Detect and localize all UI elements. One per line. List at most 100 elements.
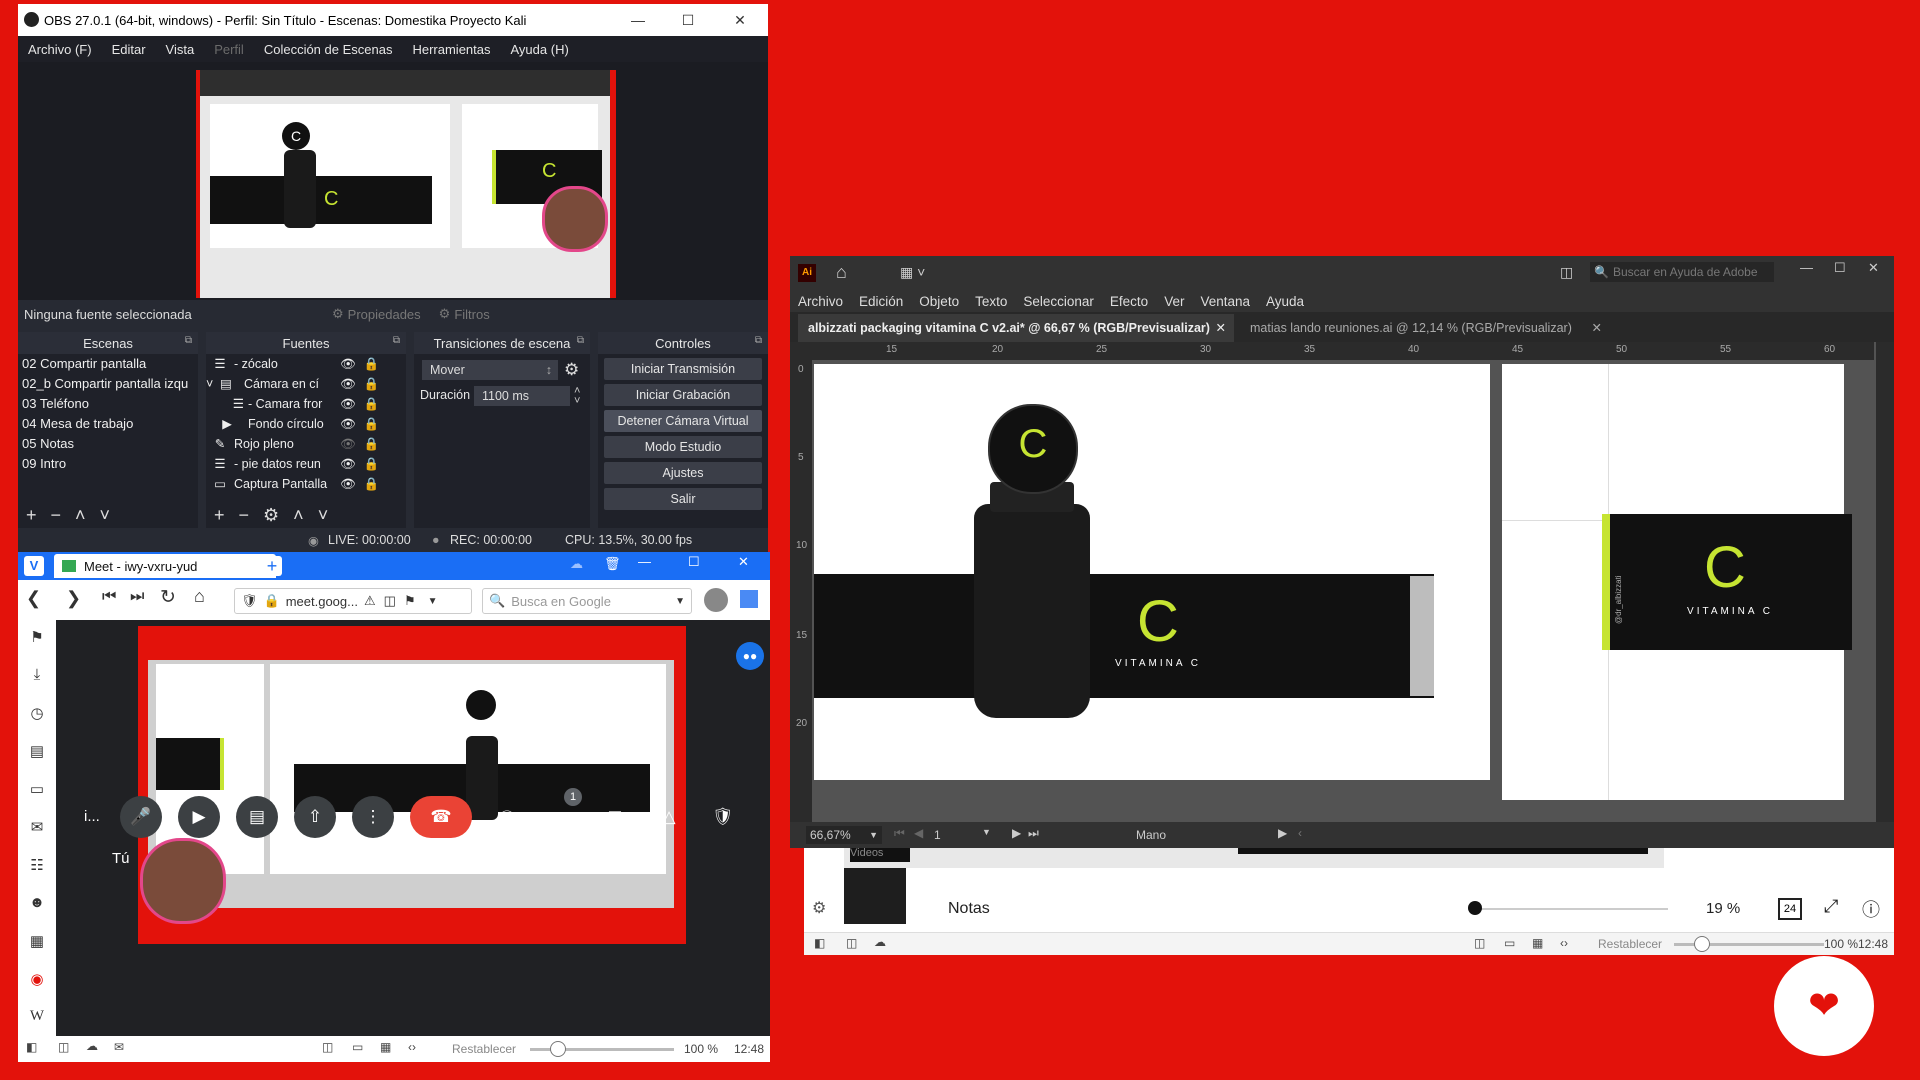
stepper-icon[interactable]: ˄ ˅ bbox=[574, 386, 580, 407]
scene-item[interactable]: 09 Intro bbox=[18, 454, 198, 474]
menu-ver[interactable]: Ver bbox=[1156, 294, 1192, 309]
eye-icon[interactable]: 👁 bbox=[340, 354, 356, 374]
calendar-icon[interactable]: ▦ bbox=[27, 932, 47, 952]
url-field[interactable]: 🛡 🔒 meet.goog... ⚠ ◫ ⚑ ▼ bbox=[234, 588, 472, 614]
lock-icon[interactable]: 🔒 bbox=[364, 434, 380, 454]
source-item[interactable]: ☰ - zócalo 👁 🔒 bbox=[206, 354, 406, 374]
source-item[interactable]: ▭ Captura Pantalla 👁 🔒 bbox=[206, 474, 406, 494]
remove-icon[interactable]: − bbox=[51, 505, 62, 526]
home-icon[interactable]: ⌂ bbox=[194, 586, 205, 607]
reset-label[interactable]: Restablecer bbox=[1598, 937, 1662, 951]
menu-ayuda[interactable]: Ayuda (H) bbox=[501, 42, 579, 57]
fullscreen-icon[interactable]: ⤢ bbox=[1824, 896, 1838, 917]
code-icon[interactable]: ‹› bbox=[408, 1040, 416, 1054]
zoom-slider-thumb[interactable] bbox=[1694, 936, 1710, 952]
rewind-icon[interactable]: ⏮ bbox=[102, 588, 116, 606]
filters-button[interactable]: Filtros bbox=[454, 307, 489, 322]
close-icon[interactable]: ✕ bbox=[738, 554, 749, 570]
studio-mode-button[interactable]: Modo Estudio bbox=[604, 436, 762, 458]
window-icon[interactable]: ▭ bbox=[352, 1040, 363, 1054]
history-icon[interactable]: ◷ bbox=[27, 704, 47, 724]
start-recording-button[interactable]: Iniciar Grabación bbox=[604, 384, 762, 406]
scene-item[interactable]: 04 Mesa de trabajo bbox=[18, 414, 198, 434]
vivaldi-badge[interactable]: ❤ bbox=[1774, 956, 1874, 1056]
properties-button[interactable]: Propiedades bbox=[348, 307, 421, 322]
eye-icon[interactable]: 👁 bbox=[340, 374, 356, 394]
filters-icon[interactable]: ⚙ bbox=[439, 306, 451, 322]
new-tab-icon[interactable]: + bbox=[262, 556, 282, 576]
first-artboard-icon[interactable]: ⏮ bbox=[894, 826, 905, 841]
zoom-slider-thumb[interactable] bbox=[550, 1041, 566, 1057]
stop-virtual-camera-button[interactable]: Detener Cámara Virtual bbox=[604, 410, 762, 432]
exit-button[interactable]: Salir bbox=[604, 488, 762, 510]
float-icon[interactable]: ⧉ bbox=[755, 335, 762, 346]
close-icon[interactable]: ✕ bbox=[720, 4, 760, 36]
extension-icon[interactable] bbox=[740, 590, 758, 608]
eye-icon[interactable]: 👁 bbox=[340, 414, 356, 434]
menu-vista[interactable]: Vista bbox=[156, 42, 205, 57]
vivaldi-logo-icon[interactable]: V bbox=[24, 556, 44, 576]
source-item[interactable]: ✎ Rojo pleno 👁 🔒 bbox=[206, 434, 406, 454]
help-icon[interactable]: ⓘ bbox=[1862, 896, 1880, 922]
transition-select[interactable]: Mover ↕ bbox=[422, 360, 558, 380]
gear-icon[interactable]: ⚙ bbox=[564, 360, 579, 380]
chevron-down-icon[interactable]: ˅ bbox=[206, 374, 220, 394]
menu-archivo[interactable]: Archivo bbox=[790, 294, 851, 309]
minimize-icon[interactable]: — bbox=[618, 4, 658, 36]
mail-icon[interactable]: ✉ bbox=[114, 1040, 124, 1054]
host-controls-button[interactable]: 🛡 bbox=[702, 796, 744, 838]
source-item[interactable]: ☰ - Camara fror 👁 🔒 bbox=[206, 394, 406, 414]
present-button[interactable]: ⇧ bbox=[294, 796, 336, 838]
maximize-icon[interactable]: ☐ bbox=[668, 4, 708, 36]
notes-zoom-thumb[interactable] bbox=[1468, 901, 1482, 915]
remove-icon[interactable]: − bbox=[239, 505, 250, 526]
menu-texto[interactable]: Texto bbox=[967, 294, 1015, 309]
reset-label[interactable]: Restablecer bbox=[452, 1042, 516, 1056]
tab-meet[interactable]: Meet - iwy-vxru-yud bbox=[54, 554, 276, 578]
add-icon[interactable]: + bbox=[26, 505, 37, 526]
vertical-scrollbar[interactable] bbox=[1876, 342, 1894, 822]
float-icon[interactable]: ⧉ bbox=[577, 335, 584, 346]
panel-toggle-icon[interactable]: ◧ bbox=[26, 1040, 37, 1054]
minimize-icon[interactable]: — bbox=[638, 554, 651, 569]
last-artboard-icon[interactable]: ⏭ bbox=[1028, 826, 1039, 841]
bookmark-icon[interactable]: ⚑ bbox=[404, 593, 416, 609]
eye-icon[interactable]: 👁 bbox=[340, 474, 356, 494]
menu-editar[interactable]: Editar bbox=[102, 42, 156, 57]
feed-icon[interactable]: ☷ bbox=[27, 856, 47, 876]
captions-button[interactable]: ▤ bbox=[236, 796, 278, 838]
mail-icon[interactable]: ✉ bbox=[27, 818, 47, 838]
canvas[interactable]: C VITAMINA C C C VITAMINA C @dr_albizzat… bbox=[812, 360, 1864, 820]
hangup-button[interactable]: ☎ bbox=[410, 796, 472, 838]
image-icon[interactable]: ▦ bbox=[380, 1040, 391, 1054]
people-button[interactable]: ☻ 1 bbox=[540, 788, 582, 838]
mic-button[interactable]: 🎤 bbox=[120, 796, 162, 838]
contacts-icon[interactable]: ☻ bbox=[27, 894, 47, 914]
lock-icon[interactable]: 🔒 bbox=[364, 354, 380, 374]
bookmarks-icon[interactable]: ⚑ bbox=[27, 628, 47, 648]
play-icon[interactable]: ▶ bbox=[1278, 826, 1287, 840]
cloud-icon[interactable]: ☁ bbox=[874, 935, 886, 949]
window-icon[interactable]: ▭ bbox=[1504, 936, 1515, 950]
search-field[interactable]: 🔍 Busca en Google ▼ bbox=[482, 588, 692, 614]
eye-icon[interactable]: 👁 bbox=[340, 454, 356, 474]
close-tab-icon[interactable]: ✕ bbox=[1592, 314, 1602, 342]
menu-edicion[interactable]: Edición bbox=[851, 294, 911, 309]
menu-coleccion[interactable]: Colección de Escenas bbox=[254, 42, 403, 57]
prev-artboard-icon[interactable]: ◀ bbox=[914, 826, 923, 840]
scene-item[interactable]: 05 Notas bbox=[18, 434, 198, 454]
menu-archivo[interactable]: Archivo (F) bbox=[18, 42, 102, 57]
panel-toggle-icon[interactable]: ◧ bbox=[814, 936, 825, 950]
source-item[interactable]: ▶ Fondo círculo 👁 🔒 bbox=[206, 414, 406, 434]
lock-icon[interactable]: 🔒 bbox=[364, 414, 380, 434]
more-options-button[interactable]: ⋮ bbox=[352, 796, 394, 838]
notes-icon[interactable]: ▤ bbox=[27, 742, 47, 762]
menu-herramientas[interactable]: Herramientas bbox=[402, 42, 500, 57]
float-icon[interactable]: ⧉ bbox=[185, 335, 192, 346]
up-icon[interactable]: ˄ bbox=[293, 505, 304, 526]
down-icon[interactable]: ˅ bbox=[318, 505, 329, 526]
maximize-icon[interactable]: ☐ bbox=[1834, 260, 1846, 276]
chevron-down-icon[interactable]: ▼ bbox=[428, 596, 438, 607]
calendar-badge[interactable]: 24 bbox=[1778, 898, 1802, 920]
menu-ventana[interactable]: Ventana bbox=[1192, 294, 1258, 309]
